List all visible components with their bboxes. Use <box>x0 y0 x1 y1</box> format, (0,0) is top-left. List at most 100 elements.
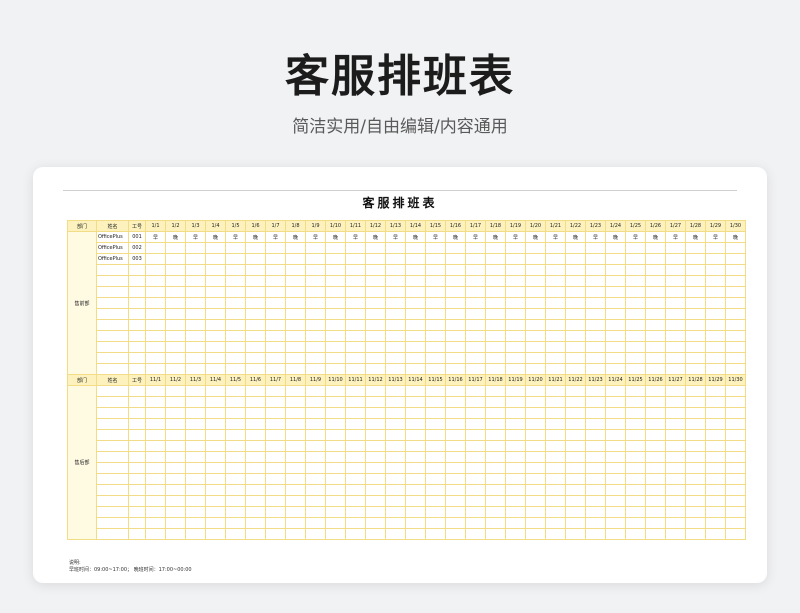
shift-cell[interactable] <box>505 495 526 507</box>
shift-cell[interactable] <box>405 440 426 452</box>
shift-cell[interactable] <box>305 473 326 485</box>
shift-cell[interactable] <box>505 407 526 419</box>
shift-cell[interactable] <box>345 484 366 496</box>
col-header-date[interactable]: 1/20 <box>525 220 546 232</box>
shift-cell[interactable] <box>145 330 166 342</box>
shift-cell[interactable] <box>265 286 286 298</box>
shift-cell[interactable] <box>725 418 746 430</box>
shift-cell[interactable] <box>145 253 166 265</box>
shift-cell[interactable] <box>725 451 746 463</box>
shift-cell[interactable] <box>385 451 406 463</box>
shift-cell[interactable] <box>585 286 606 298</box>
shift-cell[interactable] <box>185 407 206 419</box>
shift-cell[interactable] <box>225 385 246 397</box>
shift-cell[interactable] <box>665 407 686 419</box>
shift-cell[interactable] <box>385 484 406 496</box>
shift-cell[interactable] <box>705 407 726 419</box>
shift-cell[interactable] <box>305 517 326 529</box>
shift-cell[interactable] <box>325 275 346 287</box>
shift-cell[interactable] <box>645 517 666 529</box>
shift-cell[interactable] <box>525 297 546 309</box>
shift-cell[interactable] <box>485 363 506 375</box>
shift-cell[interactable] <box>545 297 566 309</box>
shift-cell[interactable] <box>425 440 446 452</box>
shift-cell[interactable] <box>445 440 466 452</box>
shift-cell[interactable] <box>345 363 366 375</box>
shift-cell[interactable] <box>485 297 506 309</box>
id-cell[interactable] <box>128 506 146 518</box>
col-header-date[interactable]: 1/3 <box>185 220 206 232</box>
shift-cell[interactable] <box>565 242 586 254</box>
name-cell[interactable] <box>96 352 129 364</box>
shift-cell[interactable] <box>525 407 546 419</box>
shift-cell[interactable] <box>185 330 206 342</box>
shift-cell[interactable] <box>425 462 446 474</box>
col-header-date[interactable]: 1/1 <box>145 220 166 232</box>
shift-cell[interactable] <box>425 264 446 276</box>
shift-cell[interactable] <box>245 363 266 375</box>
shift-cell[interactable] <box>465 242 486 254</box>
shift-cell[interactable] <box>725 440 746 452</box>
shift-cell[interactable] <box>345 495 366 507</box>
shift-cell[interactable] <box>185 396 206 408</box>
shift-cell[interactable] <box>385 319 406 331</box>
col-header-date[interactable]: 1/29 <box>705 220 726 232</box>
shift-cell[interactable] <box>425 484 446 496</box>
shift-cell[interactable] <box>325 396 346 408</box>
shift-cell[interactable] <box>165 396 186 408</box>
shift-cell[interactable] <box>565 506 586 518</box>
shift-cell[interactable] <box>305 440 326 452</box>
shift-cell[interactable] <box>545 451 566 463</box>
shift-cell[interactable] <box>685 275 706 287</box>
shift-cell[interactable] <box>505 341 526 353</box>
name-cell[interactable] <box>96 341 129 353</box>
shift-cell[interactable] <box>205 242 226 254</box>
shift-cell[interactable] <box>705 352 726 364</box>
shift-cell[interactable] <box>565 341 586 353</box>
shift-cell[interactable] <box>605 330 626 342</box>
shift-cell[interactable] <box>465 308 486 320</box>
id-cell[interactable]: 003 <box>128 253 146 265</box>
shift-cell[interactable] <box>325 407 346 419</box>
shift-cell[interactable] <box>205 253 226 265</box>
shift-cell[interactable] <box>525 429 546 441</box>
name-cell[interactable] <box>96 517 129 529</box>
shift-cell[interactable] <box>405 506 426 518</box>
shift-cell[interactable] <box>585 495 606 507</box>
shift-cell[interactable] <box>485 253 506 265</box>
shift-cell[interactable] <box>485 275 506 287</box>
shift-cell[interactable] <box>665 517 686 529</box>
shift-cell[interactable] <box>325 286 346 298</box>
shift-cell[interactable] <box>605 341 626 353</box>
col-header-date[interactable]: 11/20 <box>525 374 546 386</box>
shift-cell[interactable] <box>165 341 186 353</box>
shift-cell[interactable] <box>705 429 726 441</box>
shift-cell[interactable] <box>325 429 346 441</box>
shift-cell[interactable] <box>585 517 606 529</box>
shift-cell[interactable]: 早 <box>545 231 566 243</box>
shift-cell[interactable] <box>565 429 586 441</box>
shift-cell[interactable] <box>465 418 486 430</box>
shift-cell[interactable] <box>225 429 246 441</box>
col-header-date[interactable]: 11/25 <box>625 374 646 386</box>
shift-cell[interactable] <box>505 264 526 276</box>
shift-cell[interactable] <box>585 275 606 287</box>
shift-cell[interactable] <box>605 352 626 364</box>
shift-cell[interactable] <box>585 253 606 265</box>
shift-cell[interactable] <box>565 517 586 529</box>
shift-cell[interactable] <box>465 407 486 419</box>
shift-cell[interactable] <box>265 363 286 375</box>
shift-cell[interactable] <box>565 264 586 276</box>
shift-cell[interactable] <box>625 275 646 287</box>
shift-cell[interactable]: 晚 <box>605 231 626 243</box>
dept-cell[interactable]: 售前部 <box>67 231 97 375</box>
shift-cell[interactable] <box>165 297 186 309</box>
shift-cell[interactable] <box>645 242 666 254</box>
shift-cell[interactable]: 早 <box>265 231 286 243</box>
shift-cell[interactable] <box>685 319 706 331</box>
shift-cell[interactable] <box>365 341 386 353</box>
shift-cell[interactable] <box>145 242 166 254</box>
shift-cell[interactable] <box>265 473 286 485</box>
shift-cell[interactable] <box>625 440 646 452</box>
shift-cell[interactable] <box>445 429 466 441</box>
